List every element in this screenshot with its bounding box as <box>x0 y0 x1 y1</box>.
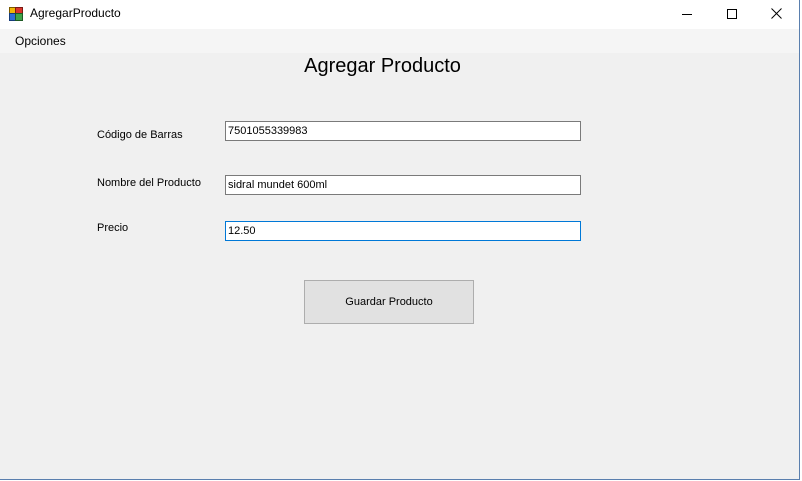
title-bar[interactable]: AgregarProducto <box>0 0 799 29</box>
close-icon <box>770 6 782 24</box>
maximize-button[interactable] <box>709 0 755 29</box>
winforms-app-icon <box>9 7 23 21</box>
product-name-input[interactable] <box>225 175 581 195</box>
menu-bar: Opciones <box>0 29 799 53</box>
minimize-icon <box>682 6 692 24</box>
close-button[interactable] <box>753 0 799 29</box>
maximize-icon <box>727 6 737 24</box>
menu-item-opciones[interactable]: Opciones <box>8 31 73 51</box>
save-product-button[interactable]: Guardar Producto <box>304 280 474 324</box>
window-title: AgregarProducto <box>30 6 121 20</box>
minimize-button[interactable] <box>664 0 710 29</box>
price-input[interactable] <box>225 221 581 241</box>
form-title: Agregar Producto <box>304 55 461 77</box>
product-name-label: Nombre del Producto <box>97 177 201 189</box>
barcode-input[interactable] <box>225 121 581 141</box>
barcode-label: Código de Barras <box>97 129 183 141</box>
price-label: Precio <box>97 222 129 234</box>
app-window: AgregarProducto Opciones Agregar Product… <box>0 0 800 480</box>
